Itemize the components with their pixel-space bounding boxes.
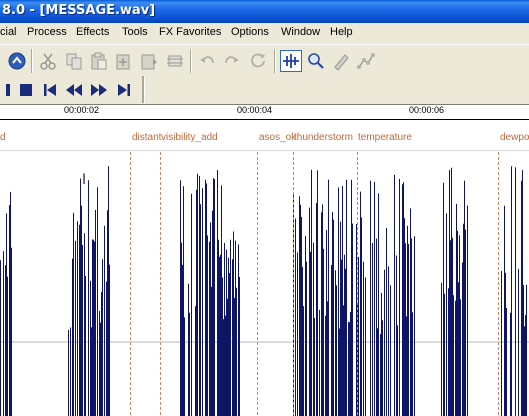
edit-tool-icon[interactable] xyxy=(280,50,302,72)
time-label-4s: 00:00:04 xyxy=(237,105,273,115)
pencil-tool-icon[interactable] xyxy=(331,51,351,71)
menu-window[interactable]: Window xyxy=(281,26,320,38)
window-title: 8.0 - [MESSAGE.wav] xyxy=(2,3,156,18)
cut-icon[interactable] xyxy=(38,51,58,71)
magnify-tool-icon[interactable] xyxy=(306,51,326,71)
crop-icon[interactable] xyxy=(165,51,185,71)
stop-icon[interactable] xyxy=(16,80,36,100)
menu-options[interactable]: Options xyxy=(231,26,269,38)
text-cursor-icon: Ι xyxy=(82,172,87,188)
marker-label-asos-ok[interactable]: asos_ok xyxy=(259,132,296,143)
menu-effects[interactable]: Effects xyxy=(76,26,109,38)
marker-label-temperature[interactable]: temperature xyxy=(358,132,412,143)
menu-help[interactable]: Help xyxy=(330,26,353,38)
menu-fx-favorites[interactable]: FX Favorites xyxy=(159,26,221,38)
title-bar[interactable]: 8.0 - [MESSAGE.wav] xyxy=(0,0,529,23)
redo-icon[interactable] xyxy=(222,51,242,71)
main-toolbar xyxy=(0,44,529,78)
time-label-6s: 00:00:06 xyxy=(409,105,445,115)
fast-forward-icon[interactable] xyxy=(89,80,109,100)
rewind-icon[interactable] xyxy=(64,80,84,100)
copy-icon[interactable] xyxy=(64,51,84,71)
undo-icon[interactable] xyxy=(197,51,217,71)
timeline-ruler[interactable]: 00:00:02 00:00:04 00:00:06 xyxy=(0,105,529,120)
marker-label-visibility-add[interactable]: visibility_add xyxy=(161,132,218,143)
time-label-2s: 00:00:02 xyxy=(64,105,100,115)
transport-bar xyxy=(0,76,529,103)
paste-icon[interactable] xyxy=(89,51,109,71)
paste-insert-icon[interactable] xyxy=(114,51,134,71)
marker-label-dewpo[interactable]: dewpo xyxy=(500,132,529,143)
go-to-start-icon[interactable] xyxy=(40,80,60,100)
waveform-editor[interactable]: 00:00:02 00:00:04 00:00:06 d distant vis… xyxy=(0,104,529,416)
mix-paste-icon[interactable] xyxy=(139,51,159,71)
menu-bar: cial Process Effects Tools FX Favorites … xyxy=(0,23,529,44)
marker-label-distant[interactable]: distant xyxy=(132,132,161,143)
record-icon[interactable] xyxy=(7,51,27,71)
pause-icon[interactable] xyxy=(0,80,10,100)
go-to-end-icon[interactable] xyxy=(114,80,134,100)
repeat-icon[interactable] xyxy=(248,51,268,71)
menu-special[interactable]: cial xyxy=(0,26,17,38)
envelope-tool-icon[interactable] xyxy=(356,51,376,71)
marker-label-d[interactable]: d xyxy=(0,132,6,143)
waveform-canvas[interactable] xyxy=(0,105,529,416)
menu-process[interactable]: Process xyxy=(27,26,67,38)
marker-label-thunderstorm[interactable]: thunderstorm xyxy=(294,132,353,143)
menu-tools[interactable]: Tools xyxy=(122,26,148,38)
